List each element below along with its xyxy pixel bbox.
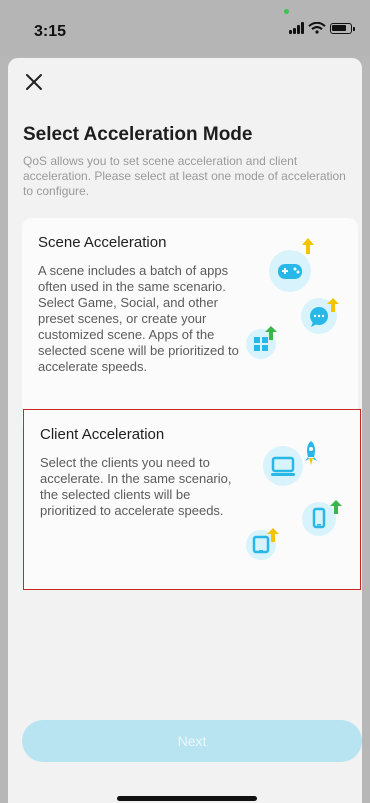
close-icon[interactable]	[22, 70, 46, 94]
upload-arrow-icon	[330, 500, 342, 514]
laptop-icon	[263, 446, 303, 486]
game-controller-icon	[269, 250, 311, 292]
rocket-icon	[305, 441, 317, 465]
page-title: Select Acceleration Mode	[23, 124, 253, 145]
status-time: 3:15	[34, 23, 67, 40]
signal-icon	[289, 22, 304, 34]
upload-arrow-icon	[267, 528, 279, 542]
upload-arrow-icon	[265, 326, 277, 340]
status-bar: 3:15	[0, 0, 370, 56]
upload-arrow-icon	[302, 238, 314, 254]
next-button[interactable]: Next	[22, 720, 362, 762]
home-indicator	[117, 796, 257, 801]
client-acceleration-title: Client Acceleration	[40, 426, 165, 443]
scene-acceleration-description: A scene includes a batch of apps often u…	[38, 263, 239, 374]
status-icons	[289, 22, 355, 34]
scene-acceleration-title: Scene Acceleration	[38, 234, 167, 251]
client-acceleration-card[interactable]: Client Acceleration Select the clients y…	[23, 409, 361, 590]
wifi-icon	[308, 22, 326, 34]
page-subtitle: QoS allows you to set scene acceleration…	[23, 154, 346, 198]
battery-icon	[330, 22, 355, 34]
upload-arrow-icon	[327, 298, 339, 312]
camera-indicator	[284, 9, 289, 14]
client-acceleration-description: Select the clients you need to accelerat…	[40, 455, 232, 518]
